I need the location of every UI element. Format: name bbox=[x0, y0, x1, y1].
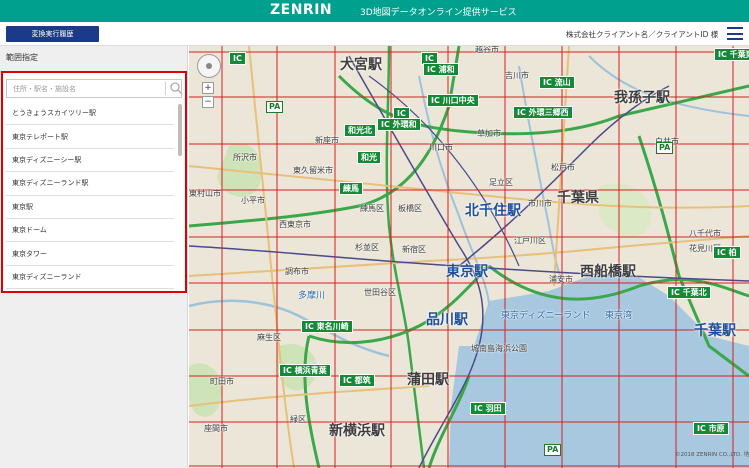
station-label-kamata: 蒲田駅 bbox=[407, 372, 449, 388]
pa-badge: PA bbox=[544, 444, 562, 456]
ic-badge: IC 市原 bbox=[693, 422, 729, 435]
city-label-urayasu: 浦安市 bbox=[549, 275, 573, 284]
river-label-tamagawa: 多摩川 bbox=[298, 291, 326, 301]
list-item[interactable]: とうきょうスカイツリー駅 bbox=[6, 102, 174, 126]
city-label-chofu: 調布市 bbox=[285, 267, 309, 276]
city-label-koshigaya: 越谷市 bbox=[475, 46, 499, 54]
city-label-matsudo: 松戸市 bbox=[551, 163, 575, 172]
pa-badge: PA bbox=[266, 101, 284, 113]
city-label-shinjuku: 新宿区 bbox=[402, 245, 426, 254]
station-label-tokyo: 東京駅 bbox=[446, 264, 488, 280]
list-item[interactable]: 東京タワー bbox=[6, 242, 174, 266]
map-copyright: ©2018 ZENRIN CO.,LTD. 地図データ ©2018 ZENRIN bbox=[675, 452, 749, 458]
tokyo-bay bbox=[474, 271, 749, 468]
list-item[interactable]: 東京テレポート駅 bbox=[6, 125, 174, 149]
city-label-niiza: 新座市 bbox=[315, 136, 339, 145]
ic-badge: IC 羽田 bbox=[470, 402, 506, 415]
prefecture-label-chiba: 千葉県 bbox=[557, 190, 599, 206]
city-label-itabashi: 板橋区 bbox=[398, 204, 422, 213]
city-label-edogawa: 江戸川区 bbox=[514, 236, 546, 245]
city-label-kodaira: 小平市 bbox=[241, 196, 265, 205]
city-label-soka: 草加市 bbox=[477, 129, 501, 138]
list-item[interactable]: 東京ドーム bbox=[6, 219, 174, 243]
search-icon[interactable] bbox=[169, 81, 183, 95]
service-name: 3D地図データオンライン提供サービス bbox=[360, 8, 517, 18]
ic-badge: IC 柏 bbox=[713, 246, 741, 259]
park-area bbox=[599, 183, 651, 237]
sidebar: 範囲指定 とうきょうスカイツリー駅 東京テレポート駅 東京ディズニーシー駅 東京… bbox=[0, 46, 188, 468]
ic-badge: 和光北 bbox=[344, 124, 376, 137]
brand-logo: ZENRIN bbox=[270, 2, 333, 18]
park-label-jonanjima: 城南島海浜公園 bbox=[471, 344, 527, 353]
ic-badge: 練馬 bbox=[339, 182, 363, 195]
list-scrollbar[interactable] bbox=[178, 104, 182, 156]
city-label-setagaya: 世田谷区 bbox=[364, 288, 396, 297]
search-box bbox=[6, 79, 182, 98]
hamburger-line bbox=[727, 32, 743, 35]
ic-badge: IC 横浜青葉 bbox=[279, 364, 331, 377]
city-label-asao: 麻生区 bbox=[257, 333, 281, 342]
top-header-bar: ZENRIN 3D地図データオンライン提供サービス bbox=[0, 0, 749, 22]
hamburger-line bbox=[727, 38, 743, 40]
search-result-list: とうきょうスカイツリー駅 東京テレポート駅 東京ディズニーシー駅 東京ディズニー… bbox=[6, 102, 182, 291]
city-label-yoshikawa: 吉川市 bbox=[505, 71, 529, 80]
search-input[interactable] bbox=[7, 80, 165, 97]
account-name: 株式会社クライアント名／クライアントID 様 bbox=[566, 30, 719, 39]
conversion-history-button[interactable]: 変換実行履歴 bbox=[6, 26, 99, 42]
sub-header-bar: 変換実行履歴 株式会社クライアント名／クライアントID 様 bbox=[0, 22, 749, 46]
range-title: 範囲指定 bbox=[6, 53, 38, 62]
list-item[interactable]: 東京駅 bbox=[6, 196, 174, 219]
ic-badge: IC 浦和 bbox=[423, 63, 459, 76]
map-view[interactable]: + − 大宮駅 我孫子駅 北千住駅 東京駅 西船橋駅 千葉県 千葉駅 品川駅 蒲… bbox=[189, 46, 749, 468]
city-label-yachiyo: 八千代市 bbox=[689, 229, 721, 238]
city-label-ichikawa: 市川市 bbox=[528, 199, 552, 208]
ic-badge: IC 川口中央 bbox=[427, 94, 479, 107]
city-label-higashikurume: 東久留米市 bbox=[293, 166, 333, 175]
ic-badge: IC 外環三郷西 bbox=[513, 106, 573, 119]
city-label-nishitokyo: 西東京市 bbox=[279, 220, 311, 229]
ic-badge: IC 外環和 bbox=[377, 118, 421, 131]
ic-badge: IC 都筑 bbox=[339, 374, 375, 387]
station-label-omiya: 大宮駅 bbox=[340, 57, 382, 73]
park-area bbox=[189, 363, 222, 417]
ic-badge: IC 流山 bbox=[539, 76, 575, 89]
city-label-zama: 座間市 bbox=[204, 424, 228, 433]
station-label-abiko: 我孫子駅 bbox=[614, 90, 670, 106]
list-item[interactable]: 東京ディズニーランド駅 bbox=[6, 172, 174, 196]
hamburger-icon[interactable] bbox=[727, 27, 743, 40]
sea-label-tokyo-bay: 東京湾 bbox=[605, 311, 633, 321]
station-label-nishifunabashi: 西船橋駅 bbox=[580, 264, 636, 280]
city-label-nerima: 練馬区 bbox=[360, 204, 384, 213]
map-navigation-control: + − bbox=[197, 54, 221, 108]
city-label-suginami: 杉並区 bbox=[355, 243, 379, 252]
ic-badge: 和光 bbox=[357, 151, 381, 164]
city-label-higashimurayama: 東村山市 bbox=[189, 189, 221, 198]
hamburger-line bbox=[727, 27, 743, 29]
city-label-machida: 町田市 bbox=[210, 377, 234, 386]
city-label-tokorozawa: 所沢市 bbox=[233, 153, 257, 162]
list-item[interactable]: 東京ディズニーシー駅 bbox=[6, 149, 174, 173]
pa-badge: PA bbox=[656, 142, 674, 154]
station-label-shinagawa: 品川駅 bbox=[426, 312, 468, 328]
ic-badge: IC 千葉東 bbox=[714, 48, 749, 61]
list-item[interactable]: 東京ディズニーランド bbox=[6, 266, 174, 290]
compass-icon[interactable] bbox=[197, 54, 221, 78]
city-label-adachi: 足立区 bbox=[489, 178, 513, 187]
zoom-out-button[interactable]: − bbox=[202, 96, 214, 108]
station-label-chiba: 千葉駅 bbox=[694, 323, 736, 339]
city-label-midori: 緑区 bbox=[290, 415, 306, 424]
search-panel: とうきょうスカイツリー駅 東京テレポート駅 東京ディズニーシー駅 東京ディズニー… bbox=[1, 71, 187, 293]
main-road bbox=[189, 385, 430, 407]
search-divider bbox=[165, 82, 166, 95]
station-label-shinyokohama: 新横浜駅 bbox=[329, 423, 385, 439]
city-label-kawaguchi: 川口市 bbox=[429, 143, 453, 152]
poi-label-tdl: 東京ディズニーランド bbox=[501, 311, 591, 321]
ic-badge: IC 東名川崎 bbox=[301, 320, 353, 333]
zoom-in-button[interactable]: + bbox=[202, 82, 214, 94]
ic-badge: IC bbox=[229, 52, 246, 65]
ic-badge: IC 千葉北 bbox=[667, 286, 711, 299]
station-label-kitasenju: 北千住駅 bbox=[465, 203, 521, 219]
